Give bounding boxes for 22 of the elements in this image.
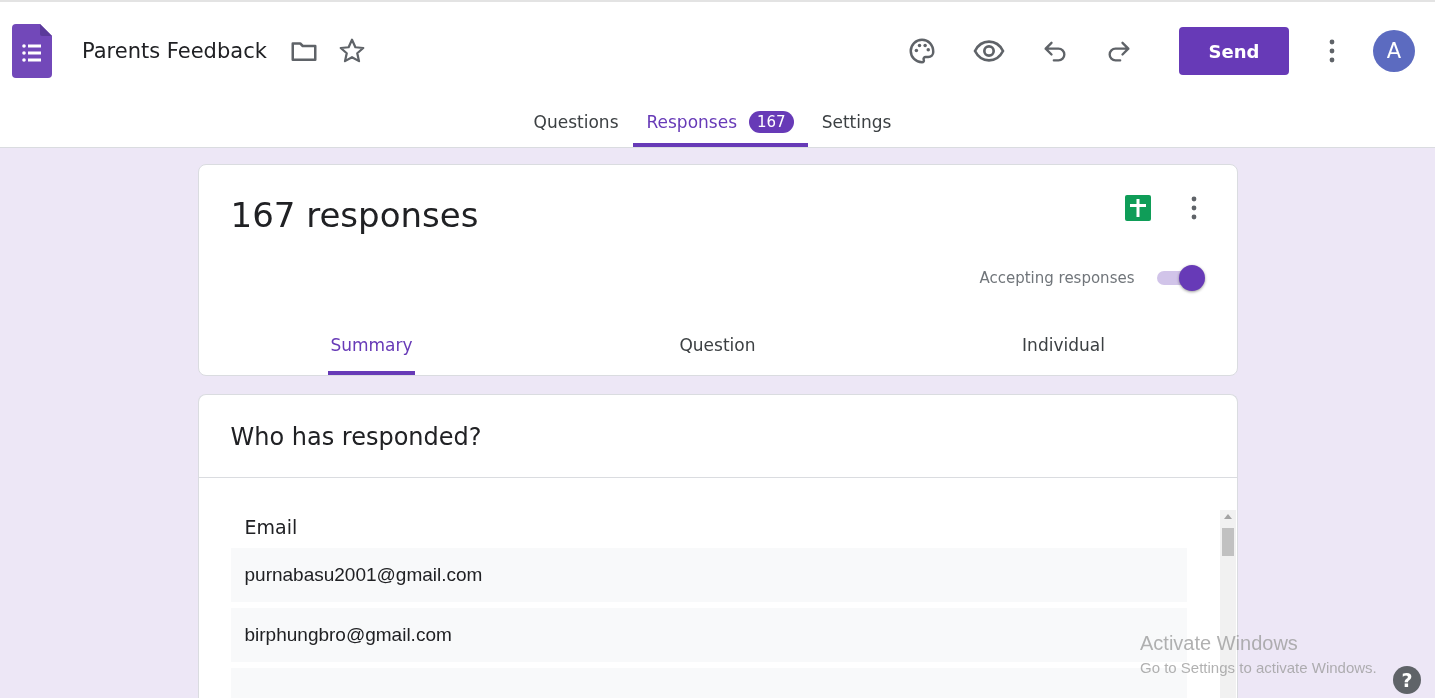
more-options-icon[interactable] — [1329, 39, 1335, 63]
form-title[interactable]: Parents Feedback — [82, 39, 267, 63]
more-options-icon[interactable] — [1190, 196, 1197, 220]
activation-title: Activate Windows — [1140, 632, 1299, 655]
sheets-icon[interactable] — [1124, 195, 1151, 221]
view-tab[interactable]: Summary — [328, 323, 415, 375]
forms-logo-icon[interactable] — [12, 24, 52, 78]
section-heading: Who has responded? — [198, 395, 1237, 478]
tab[interactable]: Settings — [807, 100, 906, 147]
avatar[interactable]: A — [1373, 30, 1415, 72]
count-badge: 167 — [749, 110, 794, 133]
column-header: Email — [243, 515, 299, 540]
responses-heading: 167 responses — [230, 195, 479, 235]
palette-icon[interactable] — [907, 36, 937, 66]
send-button[interactable]: Send — [1179, 27, 1289, 75]
view-tab[interactable]: Individual — [1020, 323, 1107, 375]
email-row: purnabasu2001@gmail.com — [230, 548, 1187, 602]
activation-message: Go to Settings to activate Windows. — [1140, 659, 1377, 676]
help-button[interactable]: ? — [1393, 666, 1421, 694]
accepting-responses-label: Accepting responses — [979, 269, 1135, 287]
tab[interactable]: Questions — [519, 100, 633, 147]
view-tab[interactable]: Question — [677, 323, 758, 375]
